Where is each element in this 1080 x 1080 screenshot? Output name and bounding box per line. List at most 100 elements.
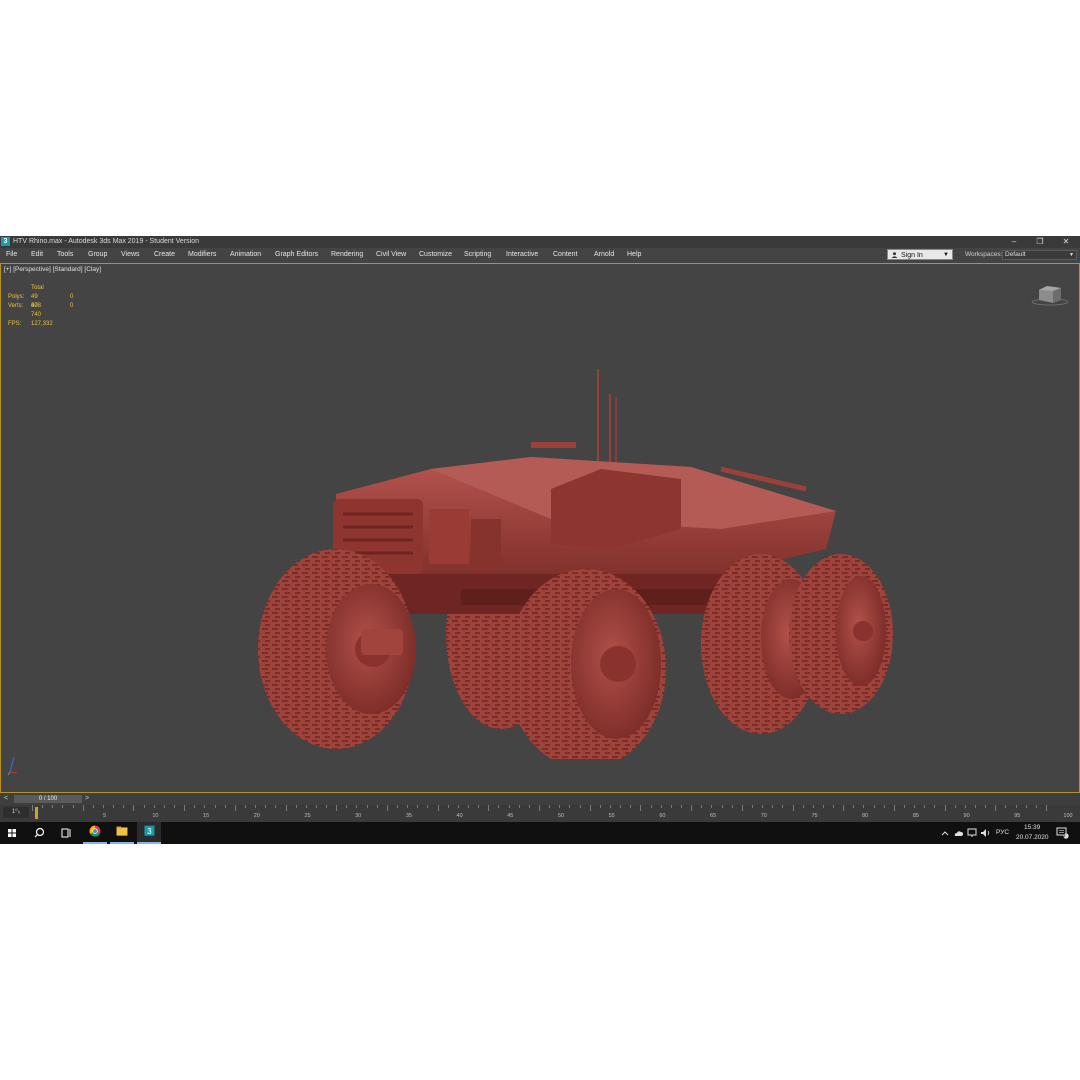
workspace-value: Default: [1005, 251, 1026, 258]
ruler-tick: [437, 805, 439, 811]
time-slider-thumb[interactable]: 0 / 100: [14, 795, 82, 803]
track-bar[interactable]: 1⁰₀ 5 10 15 20 25 30 35 40 45 50 55 60 65 70 75 80 85 90 9…: [0, 805, 1080, 822]
menu-interactive[interactable]: Interactive: [506, 248, 538, 262]
menu-tools[interactable]: Tools: [57, 248, 73, 262]
menu-graph-editors[interactable]: Graph Editors: [275, 248, 318, 262]
title-bar: 3 HTV Rhino.max - Autodesk 3ds Max 2019 …: [0, 236, 1080, 248]
menu-scripting[interactable]: Scripting: [464, 248, 491, 262]
ruler-tick: [944, 805, 946, 811]
ruler-tick: [123, 805, 125, 808]
file-explorer-icon[interactable]: [110, 822, 134, 844]
minimize-button[interactable]: –: [1004, 236, 1024, 248]
ruler-tick: [386, 805, 388, 811]
menu-views[interactable]: Views: [121, 248, 140, 262]
menu-edit[interactable]: Edit: [31, 248, 43, 262]
clock-time[interactable]: 15:39: [1024, 824, 1040, 831]
menu-create[interactable]: Create: [154, 248, 175, 262]
ruler-tick: [762, 805, 764, 808]
time-slider-prev-button[interactable]: <: [4, 795, 8, 802]
ruler-tick: [102, 805, 104, 808]
ruler-tick-label: 45: [507, 813, 514, 819]
ruler-tick: [995, 805, 997, 811]
caret-down-icon: ▼: [943, 252, 949, 258]
fps-value: 127,332: [31, 321, 53, 327]
fps-label: FPS:: [8, 321, 22, 327]
ruler-tick: [153, 805, 155, 808]
track-bar-key-toggle[interactable]: 1⁰₀: [3, 807, 29, 818]
viewcube-icon[interactable]: [1031, 284, 1069, 306]
windows-taskbar: 3 РУС 15:39 20.07.2020 3: [0, 822, 1080, 844]
onedrive-icon[interactable]: [953, 828, 964, 838]
ruler-tick: [863, 805, 865, 808]
3dsmax-window: 3 HTV Rhino.max - Autodesk 3ds Max 2019 …: [0, 236, 1080, 844]
3dsmax-icon[interactable]: 3: [137, 822, 161, 844]
ruler-tick-label: 50: [557, 813, 565, 819]
svg-text:3: 3: [147, 827, 152, 836]
language-indicator[interactable]: РУС: [996, 829, 1009, 836]
ruler-tick-label: 5: [103, 813, 107, 819]
menu-rendering[interactable]: Rendering: [331, 248, 363, 262]
time-slider-next-button[interactable]: >: [85, 795, 89, 802]
chrome-icon[interactable]: [83, 822, 107, 844]
ruler-tick-label: 80: [862, 813, 869, 819]
start-icon[interactable]: [0, 822, 24, 844]
sign-in-button[interactable]: Sign In ▼: [887, 249, 953, 260]
ruler-tick: [265, 805, 267, 808]
ruler-tick: [356, 805, 358, 808]
perspective-viewport[interactable]: [+] [Perspective] [Standard] [Clay] Tota…: [0, 263, 1080, 793]
menu-content[interactable]: Content: [553, 248, 578, 262]
close-button[interactable]: ✕: [1056, 236, 1076, 248]
search-icon[interactable]: [27, 822, 51, 844]
ruler-tick: [214, 805, 216, 808]
time-slider[interactable]: < 0 / 100 >: [0, 793, 1080, 805]
verts-total: 60 740: [31, 303, 42, 318]
workspaces-dropdown[interactable]: Default ▼: [1002, 250, 1077, 260]
ruler-tick: [508, 805, 510, 808]
menu-civil-view[interactable]: Civil View: [376, 248, 406, 262]
network-icon[interactable]: [967, 828, 978, 838]
menu-arnold[interactable]: Arnold: [594, 248, 614, 262]
ruler-tick: [549, 805, 551, 808]
ruler-tick: [133, 805, 135, 811]
ruler-tick: [599, 805, 601, 808]
ruler-tick: [822, 805, 824, 808]
frame-ruler[interactable]: 5 10 15 20 25 30 35 40 45 50 55 60 65 70 75 80 85 90 95 100: [32, 805, 1073, 822]
axis-tripod-icon: [7, 756, 18, 776]
ruler-tick: [589, 805, 591, 811]
ruler-tick: [904, 805, 906, 808]
menu-modifiers[interactable]: Modifiers: [188, 248, 216, 262]
ruler-tick: [447, 805, 449, 808]
viewport-label[interactable]: [+] [Perspective] [Standard] [Clay]: [4, 266, 101, 273]
polys-selected: 0: [70, 294, 74, 300]
ruler-tick: [833, 805, 835, 808]
ruler-tick: [985, 805, 987, 808]
ruler-tick: [1005, 805, 1007, 808]
menu-help[interactable]: Help: [627, 248, 641, 262]
ruler-tick-label: 70: [760, 813, 767, 819]
task-view-icon[interactable]: [54, 822, 78, 844]
menu-animation[interactable]: Animation: [230, 248, 261, 262]
chevron-up-icon[interactable]: [940, 828, 950, 838]
sign-in-label: Sign In: [901, 252, 923, 259]
notification-count: 3: [1063, 833, 1066, 838]
menu-file[interactable]: File: [6, 248, 17, 262]
clock-date[interactable]: 20.07.2020: [1016, 834, 1049, 841]
ruler-tick: [468, 805, 470, 808]
ruler-tick: [680, 805, 682, 808]
menu-group[interactable]: Group: [88, 248, 107, 262]
ruler-tick: [579, 805, 581, 808]
ruler-tick: [376, 805, 378, 808]
volume-icon[interactable]: [980, 828, 991, 838]
ruler-tick: [498, 805, 500, 808]
rover-vehicle-model[interactable]: [251, 339, 901, 759]
ruler-tick: [873, 805, 875, 808]
ruler-tick: [782, 805, 784, 808]
ruler-tick: [478, 805, 480, 808]
menu-customize[interactable]: Customize: [419, 248, 452, 262]
ruler-tick-label: 85: [912, 813, 919, 819]
caret-down-icon: ▼: [1069, 252, 1074, 258]
ruler-tick: [366, 805, 368, 808]
3dsmax-logo-icon: 3: [1, 237, 10, 246]
restore-button[interactable]: ❐: [1030, 236, 1050, 248]
ruler-tick-label: 40: [456, 813, 463, 819]
